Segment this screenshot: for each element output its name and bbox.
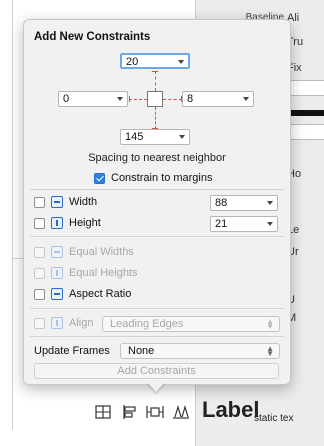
align-popup[interactable]: Leading Edges ▲ ▼ (102, 316, 280, 332)
bottom-strut-cap (152, 128, 158, 129)
add-constraints-popover: Add New Constraints 20 0 8 145 Spacing t… (23, 19, 291, 385)
width-value-field[interactable]: 88 (210, 195, 278, 211)
pin-icon[interactable] (146, 404, 164, 420)
inspector-field[interactable] (287, 124, 324, 140)
chevron-down-icon[interactable] (267, 201, 273, 205)
aspect-ratio-checkbox[interactable] (34, 289, 45, 300)
constrain-to-margins-checkbox[interactable] (94, 173, 105, 184)
equal-heights-icon (51, 267, 63, 279)
selected-view-box (147, 91, 163, 107)
left-constraint-strut[interactable] (129, 99, 147, 100)
updown-arrows-icon: ▲ ▼ (266, 344, 274, 358)
canvas-label-small[interactable]: static tex (254, 413, 293, 424)
width-checkbox[interactable] (34, 197, 45, 208)
update-frames-popup[interactable]: None ▲ ▼ (120, 343, 280, 359)
update-frames-label: Update Frames (34, 345, 110, 357)
align-label: Align (69, 317, 94, 329)
chevron-down-icon[interactable] (267, 222, 273, 226)
aspect-ratio-icon (51, 288, 63, 300)
bottom-spacing-field[interactable]: 145 (120, 129, 190, 145)
chevron-down-icon[interactable] (117, 97, 123, 101)
canvas-label-large[interactable]: Label (202, 397, 259, 423)
add-constraints-button[interactable]: Add Constraints (34, 363, 279, 379)
equal-heights-checkbox[interactable] (34, 268, 45, 279)
align-checkbox[interactable] (34, 318, 45, 329)
chevron-down-icon[interactable] (179, 135, 185, 139)
top-spacing-field[interactable]: 20 (120, 53, 190, 69)
height-label: Height (69, 217, 101, 229)
equal-widths-label: Equal Widths (69, 246, 134, 258)
divider (30, 236, 284, 237)
align-icon[interactable] (121, 404, 139, 420)
chevron-down-icon[interactable] (178, 60, 184, 64)
left-spacing-value: 0 (63, 93, 70, 105)
height-value: 21 (215, 218, 228, 230)
inspector-color-well[interactable] (287, 110, 324, 116)
top-constraint-strut[interactable] (155, 71, 156, 91)
top-spacing-value: 20 (126, 56, 139, 68)
divider (30, 336, 284, 337)
popover-caret (147, 382, 165, 392)
height-icon (51, 217, 63, 229)
width-label: Width (69, 196, 98, 208)
right-strut-cap (181, 96, 182, 102)
chevron-down-icon[interactable] (243, 97, 249, 101)
right-spacing-value: 8 (187, 93, 194, 105)
height-checkbox[interactable] (34, 218, 45, 229)
right-constraint-strut[interactable] (163, 99, 182, 100)
divider (30, 308, 284, 309)
height-value-field[interactable]: 21 (210, 216, 278, 232)
update-frames-value: None (128, 345, 155, 357)
resolve-issues-icon[interactable] (172, 404, 190, 420)
right-spacing-field[interactable]: 8 (182, 91, 254, 107)
updown-arrows-icon: ▲ ▼ (266, 317, 274, 331)
bottom-spacing-value: 145 (125, 131, 144, 143)
divider (30, 189, 284, 190)
constrain-to-margins-label: Constrain to margins (111, 172, 213, 184)
align-value: Leading Edges (110, 318, 184, 330)
left-spacing-field[interactable]: 0 (58, 91, 128, 107)
stack-icon[interactable] (94, 404, 112, 420)
equal-widths-checkbox[interactable] (34, 247, 45, 258)
equal-widths-icon (51, 246, 63, 258)
bottom-constraint-strut[interactable] (155, 107, 156, 129)
aspect-ratio-label: Aspect Ratio (69, 288, 132, 300)
align-edges-icon (51, 317, 63, 329)
width-value: 88 (215, 197, 228, 209)
top-strut-cap (152, 71, 158, 72)
left-strut-cap (129, 96, 130, 102)
equal-heights-label: Equal Heights (69, 267, 138, 279)
popover-title: Add New Constraints (34, 31, 151, 43)
width-icon (51, 196, 63, 208)
inspector-field[interactable] (287, 80, 324, 96)
spacing-label: Spacing to nearest neighbor (88, 152, 226, 164)
